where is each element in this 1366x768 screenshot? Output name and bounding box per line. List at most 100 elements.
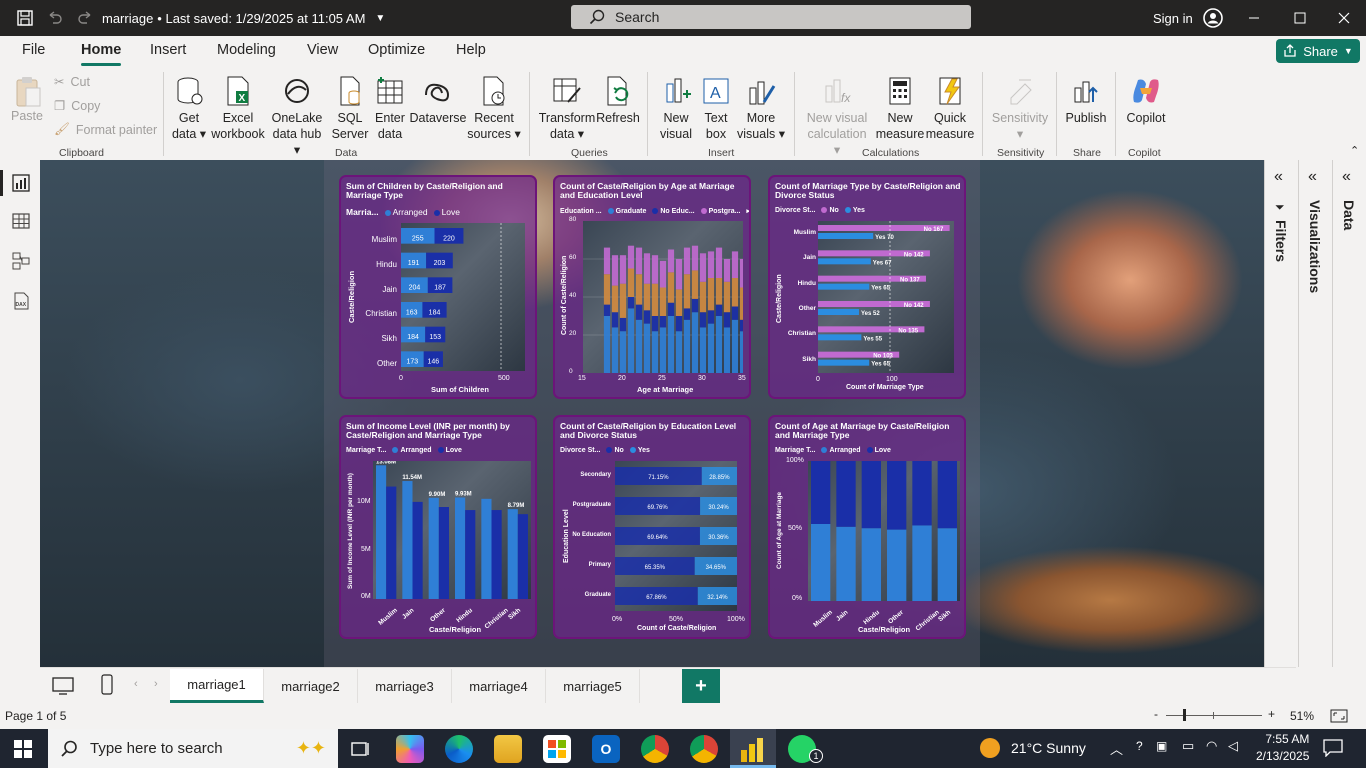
powerbi-taskbar-button[interactable] [730,729,776,768]
legend-next-icon[interactable]: ▸ [747,207,750,215]
tab-file[interactable]: File [22,42,45,58]
file-name[interactable]: marriage [102,11,153,26]
sensitivity-button[interactable]: Sensitivity ▾ [990,74,1050,142]
tab-help[interactable]: Help [456,42,486,58]
speaker-icon[interactable]: ◁ [1228,738,1238,754]
visualizations-label[interactable]: Visualizations [1307,200,1323,293]
data-pane[interactable]: « Data [1332,160,1366,667]
share-button[interactable]: Share ▼ [1276,39,1360,63]
bar-segment [651,331,659,373]
format-painter-button[interactable]: 🖌 Format painter [54,122,157,137]
visual-income-by-caste[interactable]: Sum of Income Level (INR per month) by C… [339,415,537,639]
copilot-button[interactable]: Copilot [1124,74,1168,126]
dataverse-button[interactable]: Dataverse [410,74,467,126]
task-view-icon[interactable] [346,735,374,763]
desktop-layout-icon[interactable] [52,676,74,696]
save-icon[interactable] [16,0,34,36]
recent-sources-button[interactable]: Recent sources ▾ [466,74,522,142]
add-page-button[interactable]: + [682,669,720,703]
expand-filters-icon[interactable]: « [1274,168,1283,186]
tab-optimize[interactable]: Optimize [368,42,425,58]
file-explorer-icon[interactable] [494,735,522,763]
notifications-icon[interactable] [1323,739,1343,757]
clock[interactable]: 7:55 AM 2/13/2025 [1256,731,1309,765]
minimize-button[interactable] [1248,0,1260,36]
tab-modeling[interactable]: Modeling [217,42,276,58]
page-tab-marriage4[interactable]: marriage4 [452,669,546,703]
report-canvas[interactable]: Sum of Children by Caste/Religion and Ma… [40,160,1264,667]
chrome-profile-icon[interactable] [690,735,718,763]
scroll-right-icon[interactable]: › [154,678,158,690]
bar-segment [723,327,731,373]
maximize-button[interactable] [1294,0,1306,36]
more-visuals-button[interactable]: More visuals ▾ [736,74,786,142]
zoom-out-button[interactable]: - [1154,707,1158,721]
visual-caste-by-age-education[interactable]: Count of Caste/Religion by Age at Marria… [553,175,751,399]
fit-to-page-icon[interactable] [1330,709,1348,723]
copilot-taskbar-icon[interactable] [396,735,424,763]
expand-data-icon[interactable]: « [1342,168,1351,186]
zoom-slider[interactable] [1166,715,1262,716]
expand-visualizations-icon[interactable]: « [1308,168,1317,186]
visual-children-by-caste[interactable]: Sum of Children by Caste/Religion and Ma… [339,175,537,399]
page-tab-marriage1[interactable]: marriage1 [170,669,264,703]
filters-label[interactable]: Filters [1273,220,1289,262]
onelake-data-hub-button[interactable]: OneLake data hub ▾ [268,74,326,158]
sql-server-button[interactable]: SQL Server [330,74,370,142]
transform-data-button[interactable]: Transform data ▾ [538,74,596,142]
visualizations-pane[interactable]: « Visualizations [1298,160,1332,667]
undo-icon[interactable] [46,0,64,36]
refresh-button[interactable]: Refresh [596,74,640,126]
report-view-icon[interactable] [10,172,32,194]
model-view-icon[interactable] [10,250,32,272]
weather[interactable]: 21°C Sunny [1011,740,1086,756]
copy-button[interactable]: ❐ Copy [54,98,100,114]
wifi-icon[interactable]: ◠ [1206,738,1217,754]
new-measure-button[interactable]: New measure [876,74,924,142]
page-tab-marriage5[interactable]: marriage5 [546,669,640,703]
visual-marriage-type-by-divorce[interactable]: Count of Marriage Type by Caste/Religion… [768,175,966,399]
enter-data-button[interactable]: Enter data [372,74,408,142]
dax-query-view-icon[interactable]: DAX [10,290,32,312]
outlook-icon[interactable]: O [592,735,620,763]
tray-app-icon[interactable]: ▣ [1156,739,1167,753]
battery-icon[interactable]: ▭ [1182,738,1194,754]
windows-start-icon[interactable] [14,740,32,758]
zoom-in-button[interactable]: + [1268,707,1275,721]
tab-insert[interactable]: Insert [150,42,186,58]
redo-icon[interactable] [76,0,94,36]
new-visual-calculation-button[interactable]: fx New visual calculation ▾ [804,74,870,158]
table-view-icon[interactable] [10,210,32,232]
visual-age-by-caste-marriage[interactable]: Count of Age at Marriage by Caste/Religi… [768,415,966,639]
scroll-left-icon[interactable]: ‹ [134,678,138,690]
publish-button[interactable]: Publish [1064,74,1108,126]
edge-icon[interactable] [445,735,473,763]
mobile-layout-icon[interactable] [100,674,114,696]
excel-workbook-button[interactable]: X Excel workbook [210,74,266,142]
cut-button[interactable]: ✂ Cut [54,74,90,90]
page-tab-marriage2[interactable]: marriage2 [264,669,358,703]
quick-measure-button[interactable]: Quick measure [926,74,974,142]
zoom-slider-thumb[interactable] [1183,709,1186,721]
collapse-ribbon-icon[interactable]: ⌃ [1350,144,1359,157]
paste-button[interactable]: Paste [10,74,44,124]
tab-view[interactable]: View [307,42,338,58]
sign-in-link[interactable]: Sign in [1153,11,1193,26]
title-dropdown-icon[interactable]: ▼ [375,13,385,24]
chevron-up-icon[interactable]: ︿ [1110,739,1123,758]
filters-pane[interactable]: « ⏷ Filters [1264,160,1298,667]
visual-education-by-divorce[interactable]: Count of Caste/Religion by Education Lev… [553,415,751,639]
page-tab-marriage3[interactable]: marriage3 [358,669,452,703]
close-button[interactable] [1338,0,1350,36]
text-box-button[interactable]: A Text box [698,74,734,142]
tab-home[interactable]: Home [81,42,122,66]
help-icon[interactable]: ? [1136,739,1143,753]
data-label[interactable]: Data [1341,200,1357,230]
taskbar-search[interactable]: Type here to search ✦✦ [48,729,338,768]
account-icon[interactable] [1202,8,1223,28]
new-visual-button[interactable]: New visual [656,74,696,142]
get-data-button[interactable]: Get data ▾ [170,74,208,142]
search-input[interactable]: Search [571,5,971,29]
chrome-icon[interactable] [641,735,669,763]
store-icon[interactable] [543,735,571,763]
